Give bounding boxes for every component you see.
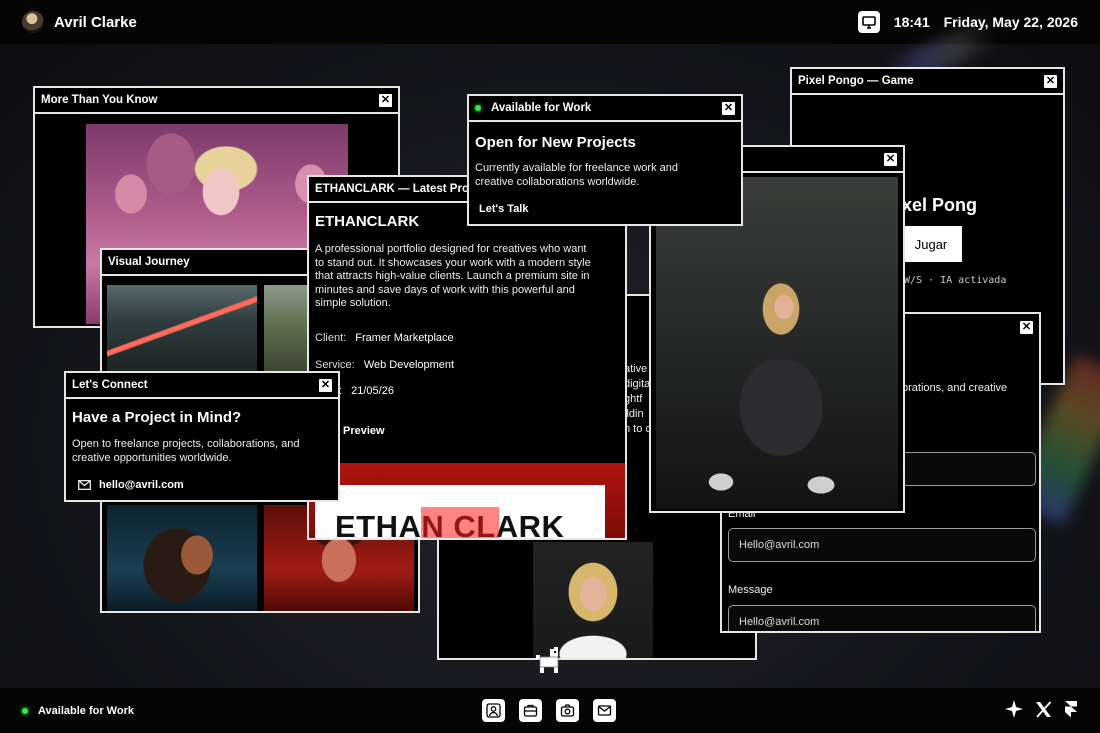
hidden-text-line: n to c	[624, 423, 651, 435]
window-title: Pixel Pongo — Game	[798, 75, 914, 87]
social-links	[1005, 700, 1078, 718]
service-label: Service:	[315, 359, 355, 371]
client-label: Client:	[315, 332, 347, 344]
blonde-woman-photo	[533, 542, 653, 658]
hidden-text-line: ative	[624, 363, 648, 375]
project-description: A professional portfolio designed for cr…	[315, 243, 591, 309]
connect-body: Open to freelance projects, collaboratio…	[72, 438, 300, 464]
close-button[interactable]: ✕	[319, 378, 332, 392]
available-heading: Open for New Projects	[475, 134, 636, 151]
window-title: Visual Journey	[108, 256, 190, 268]
connect-email-link[interactable]: hello@avril.com	[99, 479, 184, 491]
game-hint: W/S · IA activada	[904, 275, 1007, 286]
contact-button[interactable]	[593, 699, 616, 722]
mail-icon	[78, 480, 91, 490]
connect-heading: Have a Project in Mind?	[72, 409, 242, 426]
preview-link[interactable]: Preview	[343, 425, 385, 437]
window-titlebar[interactable]: Available for Work ✕	[469, 96, 741, 122]
close-button[interactable]: ✕	[722, 101, 735, 115]
window-titlebar[interactable]: More Than You Know ✕	[35, 88, 398, 114]
email-placeholder: Hello@avril.com	[739, 539, 820, 551]
sitting-woman-photo	[656, 177, 898, 509]
hidden-text-line: ildin	[624, 408, 644, 420]
message-placeholder: Hello@avril.com	[739, 616, 820, 628]
client-value: Framer Marketplace	[355, 332, 454, 344]
game-title: xel Pong	[902, 195, 978, 215]
app-dock	[482, 699, 616, 722]
briefcase-icon	[523, 704, 538, 717]
sparkle-icon[interactable]	[1005, 700, 1023, 718]
top-bar: Avril Clarke 18:41 Friday, May 22, 2026	[0, 0, 1100, 44]
close-button[interactable]: ✕	[884, 152, 897, 166]
hidden-text-line: ghtf	[624, 393, 643, 405]
monitor-button[interactable]	[857, 11, 880, 33]
window-latest-project[interactable]: ETHANCLARK — Latest Proje ETHANCLARK A p…	[307, 175, 627, 540]
message-label: Message	[728, 584, 773, 596]
clock-time: 18:41	[893, 14, 930, 30]
framer-icon[interactable]	[1064, 700, 1078, 718]
pixel-dog-mascot[interactable]	[532, 645, 564, 677]
available-body: Currently available for freelance work a…	[475, 162, 678, 188]
window-title: More Than You Know	[41, 94, 158, 106]
message-field[interactable]: Hello@avril.com	[728, 605, 1036, 631]
window-titlebar[interactable]: Let's Connect ✕	[66, 373, 338, 399]
profile-button[interactable]	[482, 699, 505, 722]
date-value: 21/05/26	[351, 385, 394, 397]
monitor-icon	[862, 15, 876, 29]
hidden-text-line: digita	[624, 378, 651, 390]
lets-talk-button[interactable]: Let's Talk	[479, 203, 528, 215]
window-title: Available for Work	[491, 102, 592, 114]
window-title: ETHANCLARK — Latest Proje	[315, 183, 479, 195]
mail-icon	[597, 705, 612, 716]
user-name: Avril Clarke	[54, 13, 137, 31]
subway-photo	[107, 285, 257, 375]
status-dot	[475, 105, 481, 111]
service-value: Web Development	[363, 359, 455, 371]
play-button[interactable]: Jugar	[900, 226, 962, 262]
project-preview-image: ETHAN CLARK	[309, 463, 625, 538]
project-heading: ETHANCLARK	[315, 213, 420, 230]
user-icon	[486, 703, 501, 718]
woman-smiling-photo	[107, 505, 257, 611]
window-available-for-work[interactable]: Available for Work ✕ Open for New Projec…	[467, 94, 743, 226]
camera-icon	[560, 704, 575, 717]
projects-button[interactable]	[519, 699, 542, 722]
x-twitter-icon[interactable]	[1035, 700, 1052, 718]
form-intro-fragment: orations, and creative	[902, 382, 1008, 394]
status-dot	[22, 707, 28, 714]
preview-accent	[421, 507, 499, 538]
close-button[interactable]: ✕	[1020, 320, 1033, 334]
window-titlebar[interactable]: Pixel Pongo — Game ✕	[792, 69, 1063, 95]
window-lets-connect[interactable]: Let's Connect ✕ Have a Project in Mind? …	[64, 371, 340, 502]
avatar[interactable]	[22, 11, 44, 33]
close-button[interactable]: ✕	[379, 93, 392, 107]
availability-status: Available for Work	[38, 704, 134, 717]
email-field[interactable]: Hello@avril.com	[728, 528, 1036, 562]
close-button[interactable]: ✕	[1044, 74, 1057, 88]
gallery-button[interactable]	[556, 699, 579, 722]
window-title: Let's Connect	[72, 379, 148, 391]
